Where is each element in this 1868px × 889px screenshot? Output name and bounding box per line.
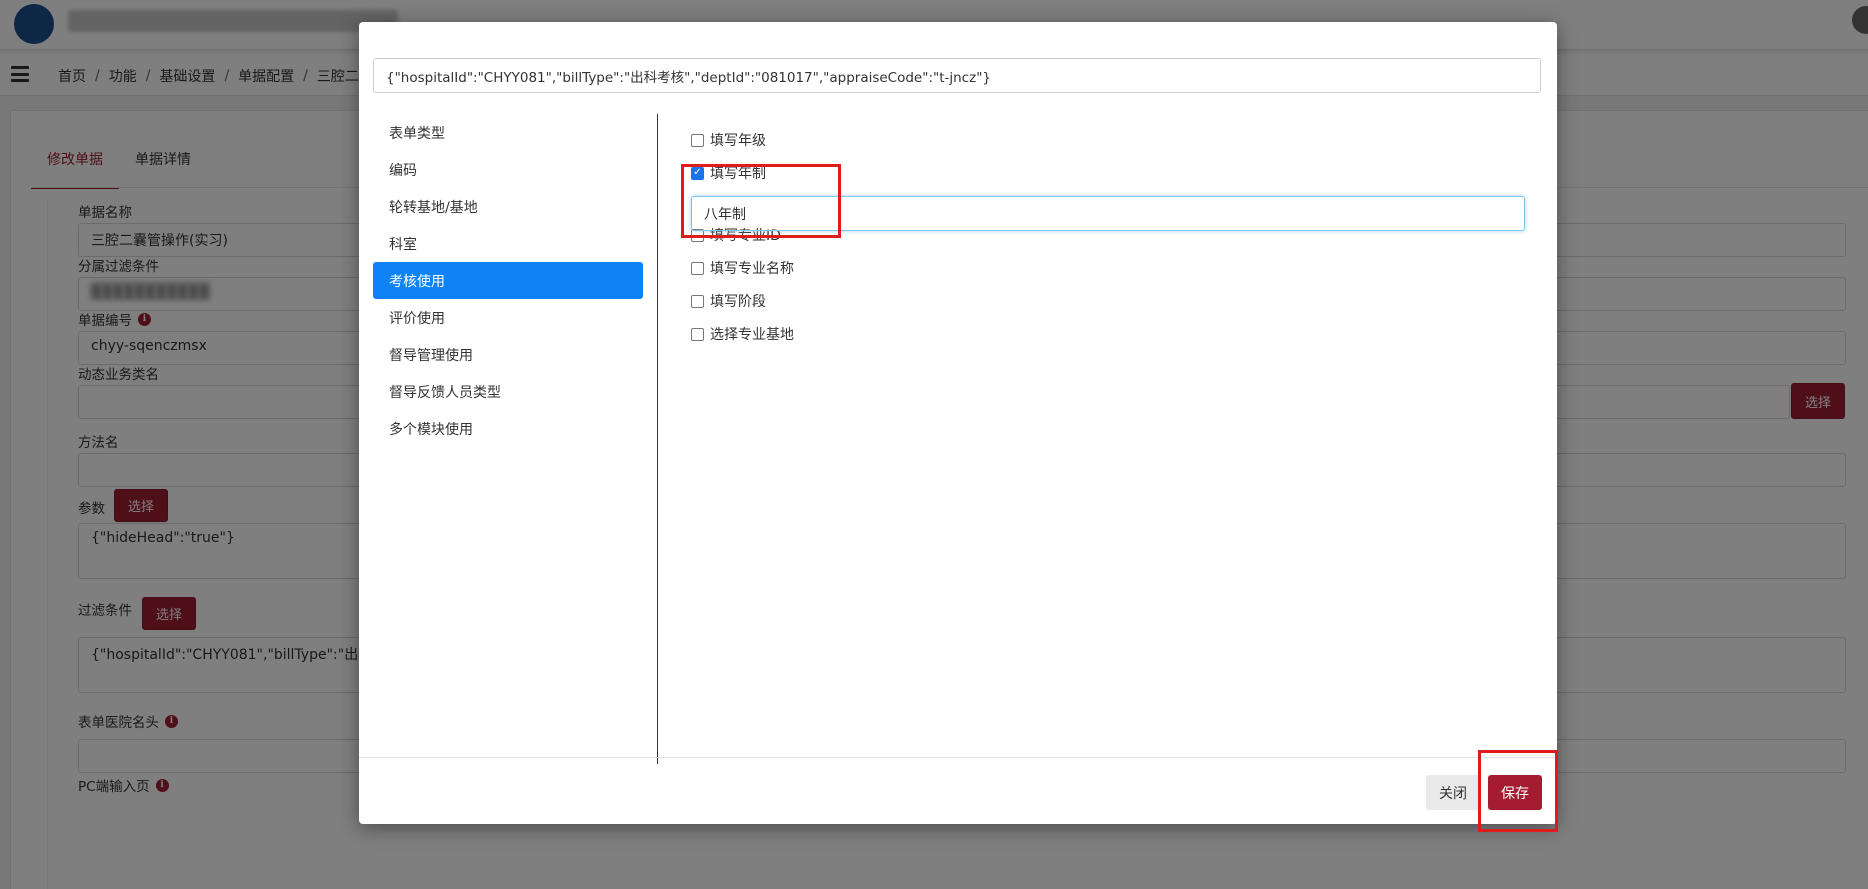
menu-item-rotation-base[interactable]: 轮转基地/基地 xyxy=(373,188,643,225)
option-year-system[interactable]: ✓ 填写年制 xyxy=(691,163,766,183)
category-menu: 表单类型 编码 轮转基地/基地 科室 考核使用 评价使用 督导管理使用 督导反馈… xyxy=(373,114,643,447)
checkbox-grade[interactable] xyxy=(691,133,704,147)
menu-item-supervision-feedback[interactable]: 督导反馈人员类型 xyxy=(373,373,643,410)
option-grade[interactable]: 填写年级 xyxy=(691,130,766,150)
option-major-name[interactable]: 填写专业名称 xyxy=(691,258,794,278)
menu-item-form-type[interactable]: 表单类型 xyxy=(373,114,643,151)
checkbox-year-system[interactable]: ✓ xyxy=(691,166,704,180)
save-button[interactable]: 保存 xyxy=(1488,775,1542,810)
close-button[interactable]: 关闭 xyxy=(1426,775,1480,810)
menu-item-code[interactable]: 编码 xyxy=(373,151,643,188)
option-major-base[interactable]: 选择专业基地 xyxy=(691,324,794,344)
option-stage[interactable]: 填写阶段 xyxy=(691,291,766,311)
checkbox-stage[interactable] xyxy=(691,294,704,308)
checkbox-major-name[interactable] xyxy=(691,261,704,275)
year-system-input[interactable]: 八年制 xyxy=(691,196,1525,231)
menu-item-evaluation[interactable]: 评价使用 xyxy=(373,299,643,336)
panel-divider xyxy=(657,114,658,764)
modal-footer-divider xyxy=(359,757,1557,758)
config-modal: {"hospitalId":"CHYY081","billType":"出科考核… xyxy=(359,22,1557,824)
menu-item-assessment[interactable]: 考核使用 xyxy=(373,262,643,299)
checkbox-major-base[interactable] xyxy=(691,327,704,341)
condition-json-input[interactable]: {"hospitalId":"CHYY081","billType":"出科考核… xyxy=(373,58,1541,93)
menu-item-department[interactable]: 科室 xyxy=(373,225,643,262)
menu-item-supervision[interactable]: 督导管理使用 xyxy=(373,336,643,373)
menu-item-multi-module[interactable]: 多个模块使用 xyxy=(373,410,643,447)
